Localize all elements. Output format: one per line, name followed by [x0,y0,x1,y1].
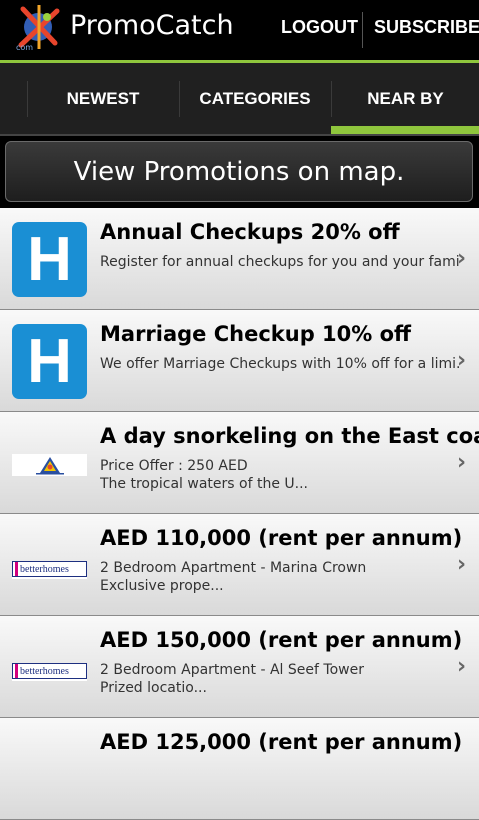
tab-near-by[interactable]: NEAR BY [332,63,479,134]
betterhomes-logo-icon: betterhomes [12,561,87,579]
promotion-line-1: 2 Bedroom Apartment - Al Seef Tower [100,662,364,678]
promotion-line-2: The tropical waters of the U... [100,476,308,492]
betterhomes-logo: betterhomes [12,663,87,679]
promotion-title: Marriage Checkup 10% off [100,322,412,346]
chevron-right-icon: › [457,552,467,577]
svg-text:com: com [16,43,33,52]
promotion-title: AED 110,000 (rent per annum) [100,526,463,550]
promotion-line-1: Price Offer : 250 AED [100,458,248,474]
chevron-right-icon: › [457,246,467,271]
app-header: com PromoCatch LOGOUT SUBSCRIBE [0,0,479,60]
chevron-right-icon: › [457,654,467,679]
tab-bar: NEWEST CATEGORIES NEAR BY [0,63,479,134]
betterhomes-logo-bar [15,664,18,678]
betterhomes-logo-text: betterhomes [20,563,69,575]
betterhomes-logo: betterhomes [12,561,87,577]
snorkel-logo-graphic [36,457,64,475]
promotion-title: A day snorkeling on the East coast [100,424,479,448]
tab-newest[interactable]: NEWEST [28,63,178,134]
betterhomes-logo-text: betterhomes [20,665,69,677]
view-map-button[interactable]: View Promotions on map. [5,141,473,202]
hospital-icon-letter: H [12,222,87,297]
active-tab-indicator [331,126,479,134]
subscribe-button[interactable]: SUBSCRIBE [374,17,479,38]
logout-button[interactable]: LOGOUT [281,17,358,38]
promotion-line-1: Register for annual checkups for you and… [100,254,460,270]
promotion-title: Annual Checkups 20% off [100,220,400,244]
promotion-title: AED 125,000 (rent per annum) [100,730,463,754]
hospital-icon: H [12,324,87,399]
promotion-line-2: Exclusive prope... [100,578,224,594]
hospital-icon: H [12,222,87,297]
chevron-right-icon: › [457,348,467,373]
list-item[interactable]: AED 125,000 (rent per annum) [0,718,479,820]
promotion-line-2: Prized locatio... [100,680,207,696]
promotion-line-1: 2 Bedroom Apartment - Marina Crown [100,560,367,576]
promotion-description: We offer Marriage Checkups with 10% off … [100,355,460,373]
promotion-title: AED 150,000 (rent per annum) [100,628,463,652]
promotion-description: Price Offer : 250 AED The tropical water… [100,457,460,493]
list-item[interactable]: A day snorkeling on the East coast Price… [0,412,479,514]
header-divider [362,12,363,48]
snorkel-logo-icon [12,454,87,476]
chevron-right-icon: › [457,450,467,475]
tab-categories[interactable]: CATEGORIES [180,63,330,134]
promotion-description: 2 Bedroom Apartment - Marina Crown Exclu… [100,559,460,595]
app-title: PromoCatch [70,10,234,41]
betterhomes-logo-bar [15,562,18,576]
list-item[interactable]: betterhomes AED 110,000 (rent per annum)… [0,514,479,616]
list-item[interactable]: H Marriage Checkup 10% off We offer Marr… [0,310,479,412]
promotion-description: Register for annual checkups for you and… [100,253,460,271]
betterhomes-logo-icon: betterhomes [12,663,87,681]
promotion-line-1: We offer Marriage Checkups with 10% off … [100,356,460,372]
promotion-description: 2 Bedroom Apartment - Al Seef Tower Priz… [100,661,460,697]
list-item[interactable]: H Annual Checkups 20% off Register for a… [0,208,479,310]
promocatch-logo-icon: com [16,5,60,52]
promotions-list: H Annual Checkups 20% off Register for a… [0,208,479,820]
list-item[interactable]: betterhomes AED 150,000 (rent per annum)… [0,616,479,718]
hospital-icon-letter: H [12,324,87,399]
map-button-container: View Promotions on map. [0,136,479,208]
